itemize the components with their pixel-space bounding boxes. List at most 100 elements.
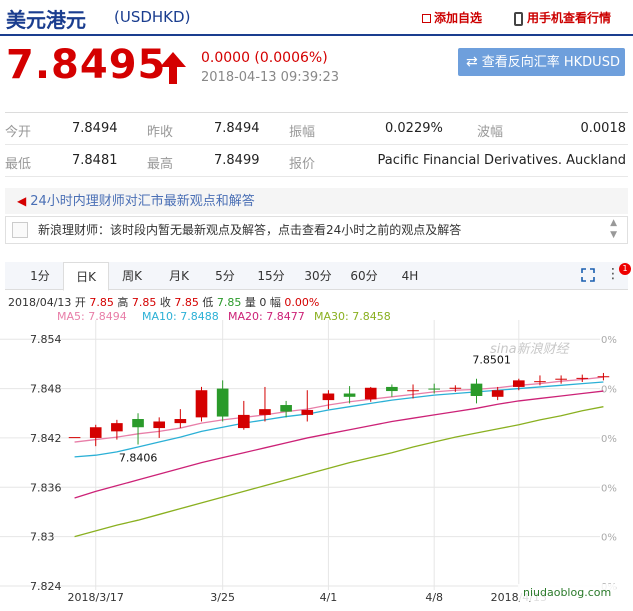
mobile-view-button[interactable]: 用手机查看行情 xyxy=(514,9,611,26)
ohlc-info: 2018/04/13 开 7.85 高 7.85 收 7.85 低 7.85 量… xyxy=(8,294,319,310)
high-label: 高 xyxy=(117,296,129,309)
right-axis-label: 0% xyxy=(601,335,617,346)
tab-4h[interactable]: 4H xyxy=(387,262,433,290)
y-tick-label: 7.848 xyxy=(30,383,62,396)
more-options-icon[interactable]: ⋮ xyxy=(606,266,620,282)
volume-label: 量 xyxy=(244,296,256,309)
tab-weekly-k[interactable]: 周K xyxy=(109,262,155,290)
phone-icon xyxy=(514,11,523,26)
stat-label: 振幅 xyxy=(289,125,316,140)
x-tick-label: 2018/3/17 xyxy=(68,591,124,604)
candle-body xyxy=(301,409,314,415)
current-price: 7.8495 xyxy=(6,42,167,88)
candle-body xyxy=(174,419,187,424)
tab-5min[interactable]: 5分 xyxy=(202,262,248,290)
stat-label: 昨收 xyxy=(147,125,174,140)
candle-body xyxy=(216,388,229,417)
candle-body xyxy=(512,380,525,387)
stat-value: 7.8494 xyxy=(214,121,260,136)
right-axis-label: 0% xyxy=(601,385,617,396)
add-watch-label: 添加自选 xyxy=(434,11,483,25)
close-value: 7.85 xyxy=(174,296,199,309)
y-tick-label: 7.842 xyxy=(30,432,62,445)
ma20-line xyxy=(74,390,604,499)
stats-row: 今开 7.8494 昨收 7.8494 振幅 0.0229% 波幅 0.0018 xyxy=(5,113,628,145)
up-arrow-icon xyxy=(160,52,186,84)
low-value: 7.85 xyxy=(216,296,242,309)
notification-badge: 1 xyxy=(619,263,631,275)
candle-body xyxy=(322,393,335,401)
candle-body xyxy=(597,376,610,378)
amplitude-value: 0.00% xyxy=(284,296,320,309)
tab-monthly-k[interactable]: 月K xyxy=(156,262,202,290)
candle-body xyxy=(259,409,271,415)
scroll-up-icon[interactable]: ▲ xyxy=(610,218,617,229)
tab-15min[interactable]: 15分 xyxy=(248,262,294,290)
candlestick-chart[interactable]: 7.8540%7.8480%7.8420%7.8360%7.830%7.8240… xyxy=(0,320,633,611)
quote-time: 2018-04-13 09:39:23 xyxy=(201,70,340,85)
candle-body xyxy=(343,393,356,397)
price-annotation: 7.8501 xyxy=(472,353,511,366)
candle-body xyxy=(428,388,441,390)
pair-name: 美元港元 xyxy=(6,8,86,32)
ohlc-date: 2018/04/13 xyxy=(8,296,72,309)
scroll-down-icon[interactable]: ▼ xyxy=(610,230,617,241)
fullscreen-icon[interactable] xyxy=(581,268,595,282)
x-tick-label: 3/25 xyxy=(210,591,235,604)
candle-body xyxy=(449,387,462,389)
stat-value: 7.8499 xyxy=(214,153,260,168)
tab-60min[interactable]: 60分 xyxy=(341,262,387,290)
candle-body xyxy=(237,414,250,429)
stats-table: 今开 7.8494 昨收 7.8494 振幅 0.0229% 波幅 0.0018… xyxy=(5,112,628,177)
chart-period-tabs: 1分 日K 周K 月K 5分 15分 30分 60分 4H ⋮ 1 xyxy=(5,262,631,291)
price-change: 0.0000 (0.0006%) xyxy=(201,50,328,66)
reverse-rate-label: 查看反向汇率 HKDUSD xyxy=(481,55,620,70)
low-label: 低 xyxy=(202,296,214,309)
open-label: 开 xyxy=(74,296,86,309)
candle-body xyxy=(386,386,398,392)
candle-body xyxy=(555,378,567,380)
candle-body xyxy=(195,390,208,418)
page-header: 美元港元 (USDHKD) 添加自选 用手机查看行情 xyxy=(0,0,633,34)
stat-label: 今开 xyxy=(5,125,32,140)
stat-label: 最高 xyxy=(147,157,174,172)
candle-body xyxy=(364,387,377,400)
open-value: 7.85 xyxy=(89,296,114,309)
candle-body xyxy=(470,383,483,396)
candle-body xyxy=(89,427,102,438)
stat-value: 7.8494 xyxy=(72,121,118,136)
stat-label: 报价 xyxy=(289,157,316,172)
checkbox-icon xyxy=(422,14,431,23)
header-divider xyxy=(0,34,633,36)
ma10-line xyxy=(74,381,604,458)
right-axis-label: 0% xyxy=(601,434,617,445)
amplitude-label: 幅 xyxy=(269,296,281,309)
swap-icon: ⇄ xyxy=(466,54,478,70)
y-tick-label: 7.836 xyxy=(30,481,62,494)
tab-daily-k[interactable]: 日K xyxy=(63,262,109,291)
candle-body xyxy=(132,419,144,428)
tab-30min[interactable]: 30分 xyxy=(295,262,341,290)
right-axis-label: 0% xyxy=(601,483,617,494)
price-annotation: 7.8406 xyxy=(119,451,158,464)
close-label: 收 xyxy=(159,296,171,309)
x-tick-label: 4/8 xyxy=(425,591,443,604)
pair-code: (USDHKD) xyxy=(114,8,191,26)
advisor-qa-title-text: 24小时内理财师对汇市最新观点和解答 xyxy=(30,194,255,209)
add-watch-button[interactable]: 添加自选 xyxy=(422,9,482,26)
stat-value: 0.0229% xyxy=(385,121,443,136)
stat-label: 波幅 xyxy=(477,125,504,140)
volume-value: 0 xyxy=(259,296,267,309)
tab-1min[interactable]: 1分 xyxy=(17,262,63,290)
candle-body xyxy=(280,405,292,412)
advisor-qa-item[interactable]: 新浪理财师：该时段内暂无最新观点及解答，点击查看24小时之前的观点及解答 ▲ ▼ xyxy=(5,216,628,244)
candle-body xyxy=(407,390,419,392)
reverse-rate-button[interactable]: ⇄ 查看反向汇率 HKDUSD xyxy=(458,48,625,76)
advisor-qa-title[interactable]: ◀ 24小时内理财师对汇市最新观点和解答 xyxy=(5,188,628,214)
mobile-view-label: 用手机查看行情 xyxy=(527,11,612,25)
stat-label: 最低 xyxy=(5,157,32,172)
right-axis-label: 0% xyxy=(601,533,617,544)
y-tick-label: 7.854 xyxy=(30,333,62,346)
avatar xyxy=(12,222,28,238)
stat-value: 0.0018 xyxy=(580,121,627,136)
